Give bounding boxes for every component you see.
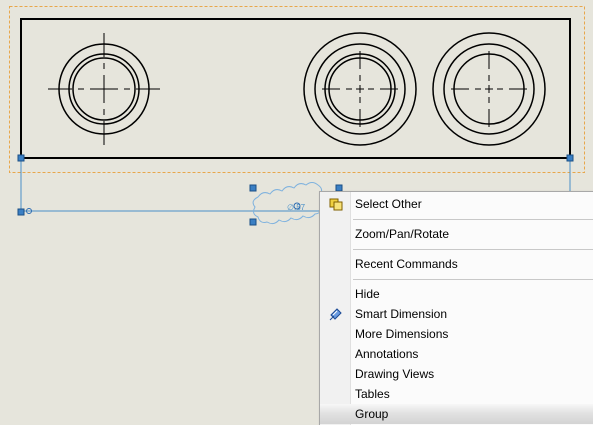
menu-separator (353, 249, 593, 250)
selection-grip[interactable] (17, 154, 25, 162)
menu-item-hide[interactable]: Hide (320, 284, 593, 304)
smart-dimension-icon (328, 306, 344, 322)
dimension-text[interactable]: ∅.57 (287, 203, 306, 212)
menu-separator (353, 219, 593, 220)
menu-item-select-other[interactable]: Select Other (320, 194, 593, 214)
menu-item-smart-dimension[interactable]: Smart Dimension (320, 304, 593, 324)
selection-grip[interactable] (566, 154, 574, 162)
select-other-icon (328, 196, 344, 212)
menu-item-tables[interactable]: Tables (320, 384, 593, 404)
hole-left[interactable] (48, 33, 160, 145)
selection-grip[interactable] (249, 184, 257, 192)
menu-item-recent-commands[interactable]: Recent Commands (320, 254, 593, 274)
menu-item-more-dimensions[interactable]: More Dimensions (320, 324, 593, 344)
menu-item-zoom-pan-rotate[interactable]: Zoom/Pan/Rotate (320, 224, 593, 244)
menu-item-annotations[interactable]: Annotations (320, 344, 593, 364)
selection-grip[interactable] (17, 208, 25, 216)
selection-grip[interactable] (249, 218, 257, 226)
hole-middle[interactable] (303, 32, 417, 146)
context-menu: Select Other Zoom/Pan/Rotate Recent Comm… (319, 191, 593, 425)
menu-item-group[interactable]: Group (320, 404, 593, 424)
menu-separator (353, 279, 593, 280)
menu-item-drawing-views[interactable]: Drawing Views (320, 364, 593, 384)
hole-right[interactable] (432, 32, 546, 146)
